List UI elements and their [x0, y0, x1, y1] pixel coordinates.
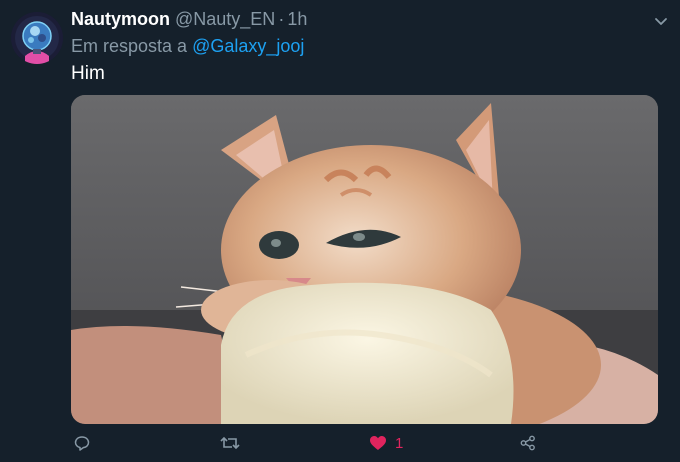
reply-mention-link[interactable]: @Galaxy_jooj	[192, 36, 304, 56]
avatar[interactable]	[11, 12, 63, 64]
reply-prefix: Em resposta a	[71, 36, 188, 56]
chevron-down-icon	[655, 18, 667, 25]
display-name[interactable]: Nautymoon	[71, 9, 170, 30]
reply-context: Em resposta a @Galaxy_jooj	[71, 36, 304, 57]
like-button[interactable]: 1	[369, 430, 403, 456]
retweet-icon	[220, 436, 240, 450]
separator-dot: ·	[278, 9, 285, 29]
tweet-menu-button[interactable]	[654, 14, 668, 28]
kitten-photo	[71, 95, 658, 424]
retweet-button[interactable]	[220, 430, 240, 456]
tweet-text: Him	[71, 63, 105, 84]
tweet-media-image[interactable]	[71, 95, 658, 424]
share-icon	[520, 435, 535, 451]
like-count: 1	[395, 434, 404, 452]
tweet-actions: 1	[0, 430, 680, 456]
tweet-header: Nautymoon @Nauty_EN · 1h	[71, 9, 307, 33]
reply-icon	[74, 436, 90, 451]
reply-button[interactable]	[74, 430, 90, 456]
timestamp[interactable]: 1h	[287, 9, 307, 30]
user-handle[interactable]: @Nauty_EN	[175, 9, 275, 30]
tweet-card[interactable]: Nautymoon @Nauty_EN · 1h Em resposta a @G…	[0, 0, 680, 462]
avatar-image	[11, 12, 63, 64]
heart-icon	[370, 436, 386, 450]
share-button[interactable]	[520, 430, 536, 456]
